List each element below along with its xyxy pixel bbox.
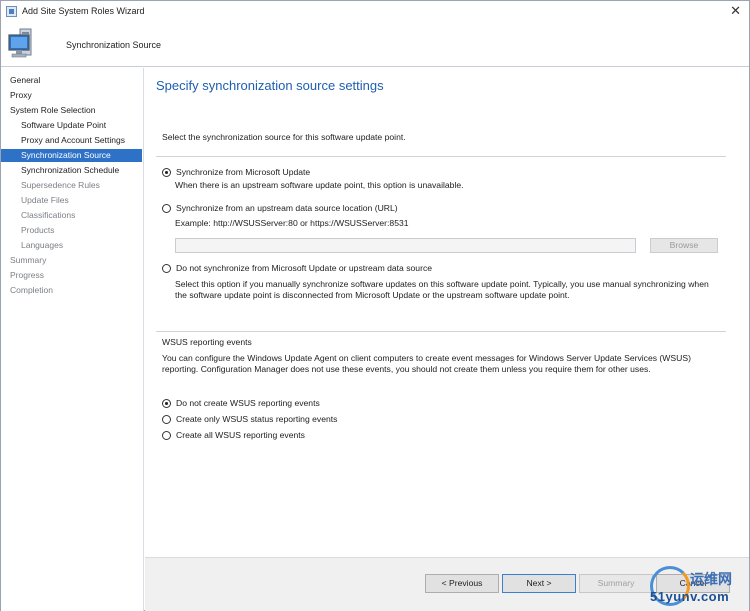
divider xyxy=(156,331,726,332)
nav-item-system-role-selection[interactable]: System Role Selection xyxy=(1,104,142,117)
radio-no-sync[interactable]: Do not synchronize from Microsoft Update… xyxy=(162,262,432,274)
previous-button[interactable]: < Previous xyxy=(425,574,499,593)
wizard-header: Synchronization Source xyxy=(1,23,749,67)
radio-wsus-status-only[interactable]: Create only WSUS status reporting events xyxy=(162,413,337,425)
nav-item-synchronization-source[interactable]: Synchronization Source xyxy=(1,149,142,162)
nav-item-proxy-account-settings[interactable]: Proxy and Account Settings xyxy=(1,134,142,147)
wsus-heading: WSUS reporting events xyxy=(162,337,252,347)
radio-label: Synchronize from Microsoft Update xyxy=(176,167,311,177)
watermark-text-cn: 运维网 xyxy=(690,571,732,587)
summary-button: Summary xyxy=(579,574,653,593)
radio-label: Create only WSUS status reporting events xyxy=(176,414,338,424)
nav-item-synchronization-schedule[interactable]: Synchronization Schedule xyxy=(1,164,142,177)
radio-label: Do not create WSUS reporting events xyxy=(176,398,320,408)
nav-item-update-files: Update Files xyxy=(21,195,69,205)
radio-wsus-none[interactable]: Do not create WSUS reporting events xyxy=(162,397,320,409)
nav-item-software-update-point[interactable]: Software Update Point xyxy=(1,119,142,132)
page-title: Specify synchronization source settings xyxy=(156,78,384,93)
radio-button[interactable] xyxy=(162,398,171,408)
radio-label: Do not synchronize from Microsoft Update… xyxy=(176,263,433,273)
wizard-window: Add Site System Roles Wizard ✕ Synchroni… xyxy=(0,0,750,611)
radio-button[interactable] xyxy=(162,263,171,273)
app-icon xyxy=(6,6,17,17)
nav-item-supersedence-rules: Supersedence Rules xyxy=(21,180,100,190)
option3-note: Select this option if you manually synch… xyxy=(175,279,709,300)
divider xyxy=(156,156,726,157)
header-title: Synchronization Source xyxy=(66,40,162,50)
nav-item-products: Products xyxy=(21,225,55,235)
window-title: Add Site System Roles Wizard xyxy=(22,6,145,16)
radio-button[interactable] xyxy=(162,414,171,424)
radio-label: Create all WSUS reporting events xyxy=(176,430,305,440)
wsus-description: You can configure the Windows Update Age… xyxy=(162,353,691,374)
radio-wsus-all[interactable]: Create all WSUS reporting events xyxy=(162,429,305,441)
nav-item-languages: Languages xyxy=(21,240,64,250)
watermark-text-url: 51yunv.com xyxy=(650,589,730,604)
browse-button[interactable]: Browse xyxy=(650,238,718,253)
radio-button[interactable] xyxy=(162,203,171,213)
option2-example: Example: http://WSUSServer:80 or https:/… xyxy=(175,218,409,228)
nav-item-progress: Progress xyxy=(10,270,45,280)
radio-button[interactable] xyxy=(162,430,171,440)
computer-icon xyxy=(8,28,32,58)
nav-item-proxy[interactable]: Proxy xyxy=(1,89,142,102)
watermark-logo: 运维网 51yunv.com xyxy=(646,561,749,611)
nav-item-general[interactable]: General xyxy=(1,74,142,87)
title-bar: Add Site System Roles Wizard ✕ xyxy=(1,1,749,23)
intro-text: Select the synchronization source for th… xyxy=(162,132,406,142)
option1-note: When there is an upstream software updat… xyxy=(175,180,464,190)
radio-button[interactable] xyxy=(162,167,171,177)
close-icon[interactable]: ✕ xyxy=(730,3,741,19)
next-button[interactable]: Next > xyxy=(502,574,576,593)
radio-sync-microsoft-update[interactable]: Synchronize from Microsoft Update xyxy=(162,166,310,178)
nav-item-classifications: Classifications xyxy=(21,210,76,220)
radio-sync-upstream-url[interactable]: Synchronize from an upstream data source… xyxy=(162,202,398,214)
nav-item-completion: Completion xyxy=(10,285,53,295)
radio-label: Synchronize from an upstream data source… xyxy=(176,203,398,213)
wizard-nav: General Proxy System Role Selection Soft… xyxy=(1,68,144,611)
main-panel: Specify synchronization source settings … xyxy=(145,68,749,611)
upstream-url-input[interactable] xyxy=(175,238,636,253)
nav-item-summary: Summary xyxy=(10,255,47,265)
